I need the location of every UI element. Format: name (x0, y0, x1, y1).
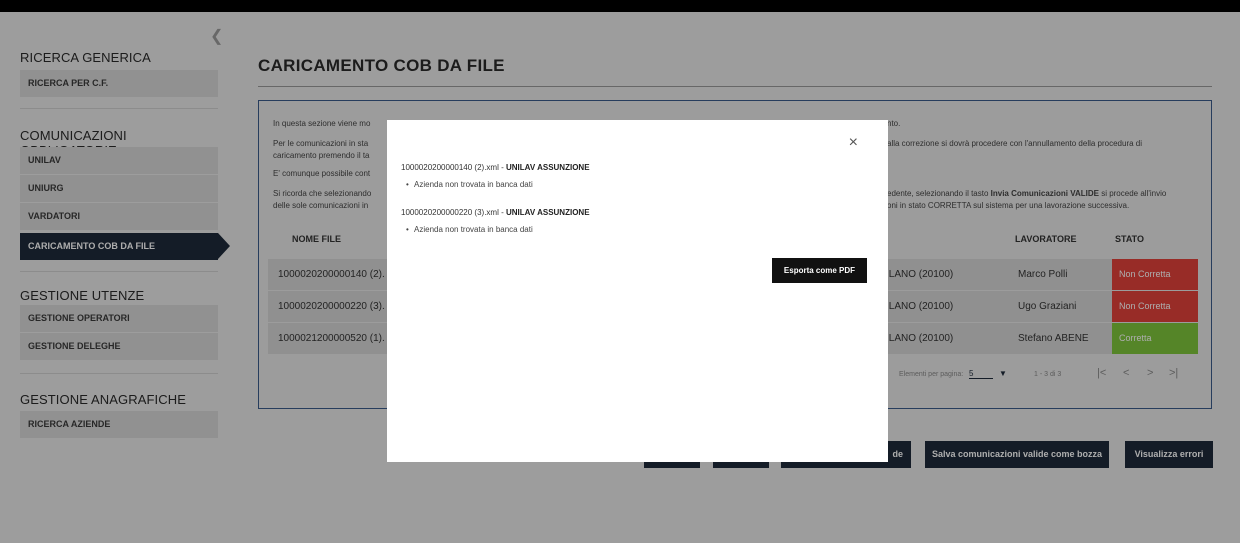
errors-modal: × 1000020200000140 (2).xml - UNILAV ASSU… (387, 120, 888, 462)
close-icon[interactable]: × (849, 134, 858, 152)
error-message: Azienda non trovata in banca dati (406, 180, 533, 189)
app-frame: ❮ RICERCA GENERICA RICERCA PER C.F. COMU… (0, 12, 1240, 543)
error-message: Azienda non trovata in banca dati (406, 225, 533, 234)
error-entry-title: 1000020200000140 (2).xml - UNILAV ASSUNZ… (401, 163, 590, 172)
error-entry-title: 1000020200000220 (3).xml - UNILAV ASSUNZ… (401, 208, 590, 217)
export-pdf-button[interactable]: Esporta come PDF (772, 258, 867, 283)
